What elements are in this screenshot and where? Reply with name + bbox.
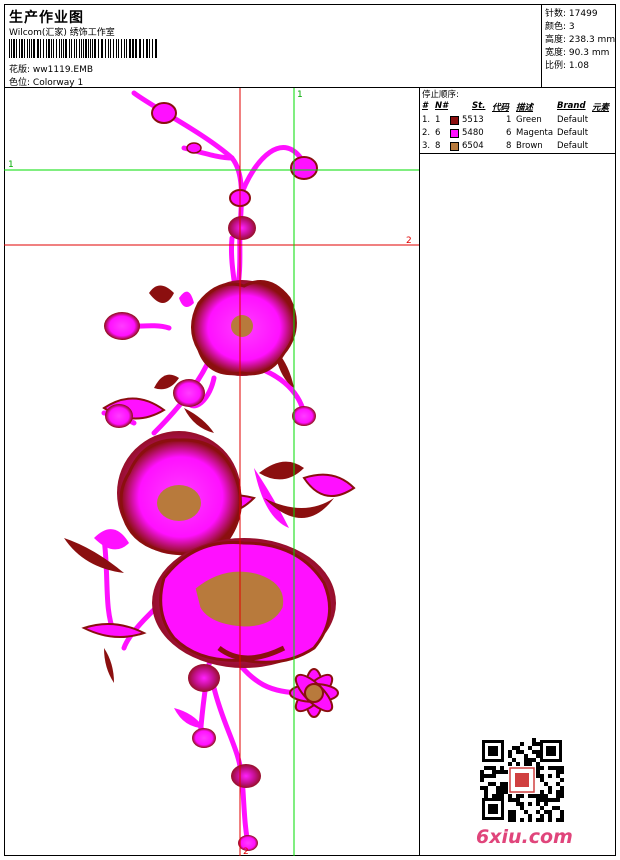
guide-v2-label: 2 [243,847,249,856]
cell-desc: Brown [516,141,543,151]
embroidery-art: 1 2 1 2 [4,88,419,856]
guide-h1-label: 1 [8,160,14,170]
cell-stop: 1 [506,115,512,125]
cell-code: 5513 [462,115,484,125]
embroidery-preview: 1 2 1 2 [4,88,420,856]
cell-brand: Default [557,141,589,151]
guide-h2-label: 2 [406,236,412,246]
colorway-row: 色位: Colorway 1 [9,75,83,88]
cell-idx: 2. [422,128,431,138]
stop-sequence-row: 2. 6 5480 6 Magenta Default [420,128,616,141]
thread-swatch [450,129,459,138]
cell-desc: Green [516,115,542,125]
cell-stop: 6 [506,128,512,138]
design-width: 宽度: 90.3 mm [545,48,610,58]
watermark-logo: 6xiu.com [476,826,573,848]
col-brand: Brand [557,101,586,111]
guide-v1-label: 1 [297,90,303,100]
cell-code: 6504 [462,141,484,151]
cell-brand: Default [557,115,589,125]
subtitle: Wilcom(汇家) 绣饰工作室 [9,28,115,38]
thread-swatch [450,116,459,125]
design-name-row: 花版: ww1119.EMB [9,62,93,75]
cell-stop: 8 [506,141,512,151]
cell-needle: 1 [435,115,441,125]
colorway-value: Colorway 1 [32,78,84,88]
cell-desc: Magenta [516,128,554,138]
left-flower [117,431,242,556]
design-scale: 比例: 1.08 [545,61,589,71]
stop-sequence-heading: 停止顺序: [422,90,459,100]
rose [152,538,336,668]
design-value: ww1119.EMB [32,65,94,75]
cell-needle: 6 [435,128,441,138]
cell-idx: 1. [422,115,431,125]
cell-idx: 3. [422,141,431,151]
stop-sequence-panel: 停止顺序: # N# St. 代码 描述 Brand 元素 1. 1 5513 1 Gr… [420,88,616,154]
design-height: 高度: 238.3 mm [545,35,616,45]
thread-swatch [450,142,459,151]
stats-box: 针数: 17499 颜色: 3 高度: 238.3 mm 宽度: 90.3 mm… [541,4,616,88]
cell-code: 5480 [462,128,484,138]
qr-code [480,738,564,822]
daisy [289,668,339,718]
stitch-count: 针数: 17499 [545,9,598,19]
col-needle: N# [435,101,449,111]
cell-needle: 8 [435,141,441,151]
stop-sequence-row: 3. 8 6504 8 Brown Default [420,141,616,154]
col-stop: St. [472,101,486,111]
design-label: 花版: [9,65,31,75]
col-desc: 描述 [516,103,534,113]
stop-sequence-row: 1. 1 5513 1 Green Default [420,115,616,128]
col-index: # [422,101,428,111]
page-title: 生产作业图 [9,10,84,26]
col-element: 元素 [592,103,610,113]
col-code: 代码 [492,103,510,113]
cell-brand: Default [557,128,589,138]
barcode [9,39,157,58]
header: 生产作业图 Wilcom(汇家) 绣饰工作室 花版: ww1119.EMB 色位… [4,4,616,88]
color-count: 颜色: 3 [545,22,575,32]
colorway-label: 色位: [9,78,31,88]
